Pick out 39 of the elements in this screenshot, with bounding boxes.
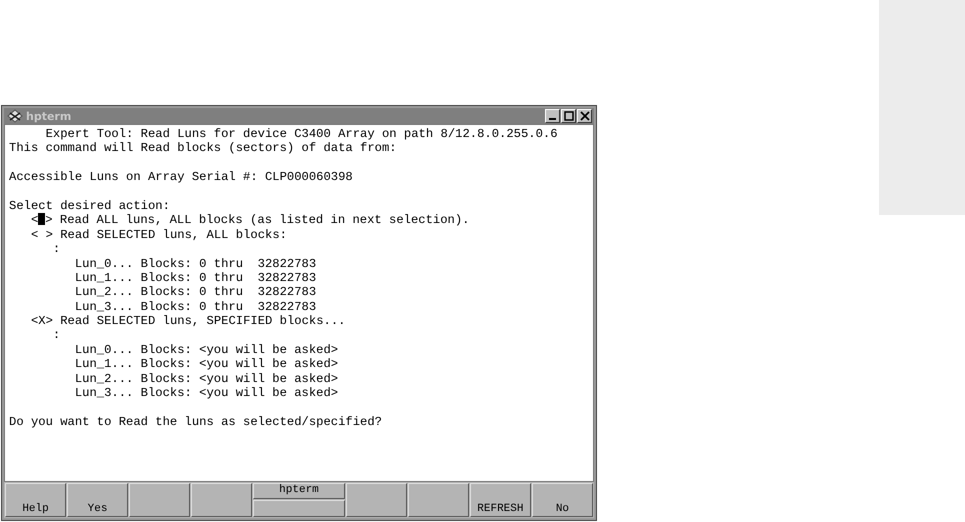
option-radio[interactable]: <X> xyxy=(30,314,53,328)
option-radio[interactable]: < > xyxy=(30,228,53,242)
function-key[interactable]: Yes xyxy=(67,483,128,517)
terminal-line: : xyxy=(52,328,60,342)
terminal-line: Lun_3... Blocks: 0 thru 32822783 xyxy=(74,300,316,314)
minimize-button[interactable] xyxy=(545,109,560,123)
terminal-line: Accessible Luns on Array Serial #: CLP000060398 xyxy=(9,170,353,184)
terminal-line: Lun_1... Blocks: 0 thru 32822783 xyxy=(74,270,316,285)
terminal-line: : xyxy=(52,242,60,256)
function-key[interactable] xyxy=(346,483,407,517)
window-label: hpterm xyxy=(253,483,345,499)
function-key[interactable]: REFRESH xyxy=(470,483,531,517)
terminal-line: Lun_3... Blocks: <you will be asked> xyxy=(74,386,338,400)
option-radio[interactable]: < > xyxy=(30,213,53,228)
minimize-icon xyxy=(549,118,556,120)
close-button[interactable] xyxy=(577,109,592,123)
function-key[interactable] xyxy=(253,500,345,517)
terminal-line: Lun_0... Blocks: 0 thru 32822783 xyxy=(74,256,316,271)
option-label: Read ALL luns, ALL blocks (as listed in next selection). xyxy=(60,213,470,228)
terminal-line: Lun_2... Blocks: <you will be asked> xyxy=(74,372,338,386)
terminal-line: This command will Read blocks (sectors) of data from: xyxy=(9,141,397,156)
function-key[interactable]: No xyxy=(532,483,593,517)
maximize-icon xyxy=(564,111,574,121)
close-icon xyxy=(580,111,590,121)
logo-icon xyxy=(6,109,24,123)
function-key[interactable] xyxy=(191,483,252,517)
terminal-line: Lun_0... Blocks: <you will be asked> xyxy=(74,342,338,357)
window-title: hpterm xyxy=(26,110,72,122)
option-label: Read SELECTED luns, SPECIFIED blocks... xyxy=(60,314,346,328)
terminal-line: Expert Tool: Read Luns for device C3400 Array on path 8/12.8.0.255.0.6 xyxy=(46,127,558,141)
terminal-line: Lun_2... Blocks: 0 thru 32822783 xyxy=(74,285,316,300)
function-key[interactable]: Help xyxy=(5,483,66,517)
function-key[interactable] xyxy=(408,483,469,517)
terminal-line: Lun_1... Blocks: <you will be asked> xyxy=(74,357,338,372)
option-label: Read SELECTED luns, ALL blocks: xyxy=(60,228,287,242)
terminal-line: Select desired action: xyxy=(9,198,170,213)
terminal-line: Do you want to Read the luns as selected/specified? xyxy=(9,414,382,429)
function-key[interactable] xyxy=(129,483,190,517)
maximize-button[interactable] xyxy=(561,109,576,123)
